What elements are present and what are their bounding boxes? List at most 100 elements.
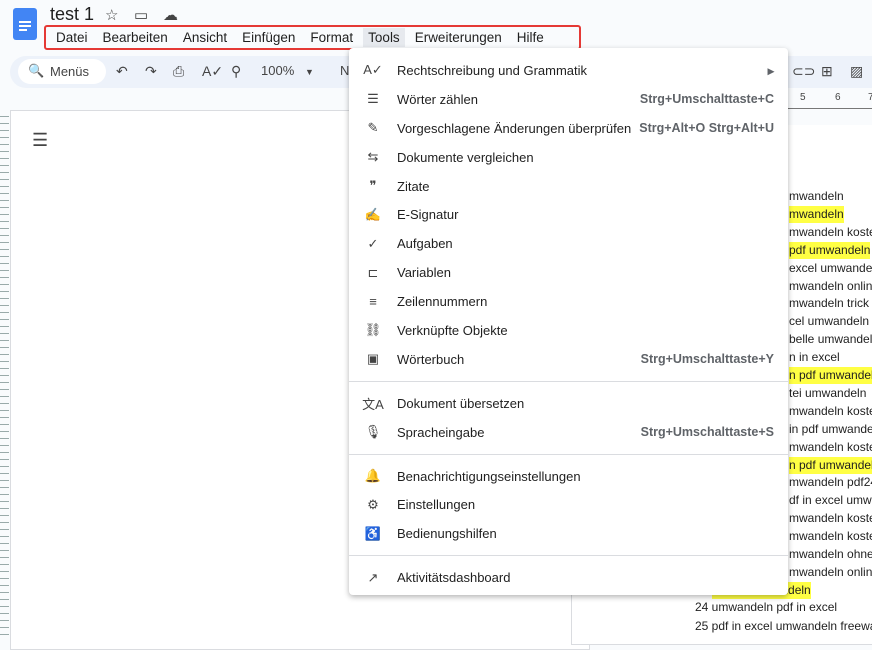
paint-format-icon[interactable]: ⚲ (231, 63, 241, 80)
undo-icon[interactable]: ↶ (116, 63, 128, 80)
outline-icon[interactable]: ☰ (32, 130, 48, 151)
document-line: df in excel umw (789, 493, 872, 508)
menubar: Datei Bearbeiten Ansicht Einfügen Format Tool… (44, 25, 581, 50)
menu-bearbeiten[interactable]: Bearbeiten (98, 28, 173, 47)
menu-format[interactable]: Format (305, 28, 358, 47)
style-select[interactable]: N (340, 63, 349, 78)
search-menus-input[interactable]: 🔍 Menüs (18, 59, 106, 84)
tools-dropdown-menu: A✓ Rechtschreibung und Grammatik ▸ ☰ Wörter … (349, 48, 788, 595)
menu-item[interactable]: ✎ Vorgeschlagene Änderungen überprüfen Str… (349, 114, 788, 143)
menu-item[interactable]: ↗ Aktivitätsdashboard (349, 563, 788, 592)
document-line: mwandeln kosten (789, 511, 872, 526)
menu-item[interactable]: ✓ Aufgaben (349, 229, 788, 258)
star-icon[interactable]: ☆ (105, 6, 118, 24)
menu-item-label: Vorgeschlagene Änderungen überprüfen (397, 120, 632, 136)
menu-item[interactable]: 🎙 Spracheingabe Strg+Umschalttaste+S (349, 418, 788, 447)
menu-separator (349, 453, 788, 455)
document-line: mwandeln online (789, 278, 872, 293)
menu-item-label: Spracheingabe (397, 424, 485, 440)
image-icon[interactable]: ▨ (850, 63, 863, 80)
docs-logo[interactable] (13, 8, 37, 40)
spellcheck-icon: A✓ (363, 62, 383, 78)
document-line: cel umwandeln (789, 314, 870, 329)
menu-item[interactable]: ✍ E-Signatur (349, 200, 788, 229)
spellcheck-icon[interactable]: A✓ (202, 63, 223, 80)
menu-item-label: Aufgaben (397, 236, 453, 252)
zoom-select[interactable]: 100% (261, 63, 294, 78)
document-title[interactable]: test 1 (50, 4, 94, 25)
document-line: n pdf umwandeln (789, 367, 872, 384)
document-line: excel umwandeln (789, 260, 872, 275)
document-line: mwandeln kosten (789, 224, 872, 239)
link-icon[interactable]: ⊂⊃ (792, 63, 815, 80)
menu-item-label: Dokumente vergleichen (397, 149, 534, 165)
menu-item-label: Bedienungshilfen (397, 526, 497, 542)
ruler-label: 7 (868, 92, 872, 103)
document-line: mwandeln kosten (789, 439, 872, 454)
vertical-ruler (0, 110, 9, 636)
menu-item-label: Verknüpfte Objekte (397, 322, 508, 338)
word-count-icon: ☰ (367, 91, 379, 107)
document-line: in pdf umwandeln (789, 421, 872, 436)
translate-icon: 文A (362, 396, 384, 412)
menu-item[interactable]: ☰ Wörter zählen Strg+Umschalttaste+C (349, 85, 788, 114)
menu-tools[interactable]: Tools (363, 28, 405, 47)
menu-item[interactable]: ⊏ Variablen (349, 258, 788, 287)
menu-erweiterungen[interactable]: Erweiterungen (410, 28, 507, 47)
trending-icon: ↗ (367, 569, 379, 585)
menu-item[interactable]: 🔔 Benachrichtigungseinstellungen (349, 462, 788, 491)
menu-item-label: Variablen (397, 265, 451, 281)
menu-item[interactable]: A✓ Rechtschreibung und Grammatik ▸ (349, 56, 788, 85)
ruler-label: 6 (835, 92, 841, 103)
menu-item[interactable]: ♿ Bedienungshilfen (349, 519, 788, 548)
horizontal-ruler: 5 6 7 (788, 92, 872, 112)
compare-icon: ⇆ (367, 149, 379, 165)
print-icon[interactable]: ⎙ (173, 63, 184, 80)
menu-item-shortcut: Strg+Alt+O Strg+Alt+U (639, 121, 774, 136)
document-line: pdf umwandeln (789, 241, 871, 259)
menu-item-shortcut: Strg+Umschalttaste+C (639, 92, 774, 107)
add-comment-icon[interactable]: ⊞ (821, 63, 833, 80)
search-icon: 🔍 (28, 63, 45, 78)
redo-icon[interactable]: ↷ (145, 63, 157, 80)
menu-item-label: Wörter zählen (397, 91, 478, 107)
move-to-folder-icon[interactable]: ▭ (134, 6, 148, 24)
signature-icon: ✍ (364, 206, 382, 222)
document-line: tei umwandeln (789, 385, 867, 400)
chevron-down-icon[interactable]: ▼ (305, 67, 314, 77)
menu-item[interactable]: ❞ Zitate (349, 172, 788, 201)
menu-item[interactable]: ⛓ Verknüpfte Objekte (349, 316, 788, 345)
menu-item-label: Einstellungen (397, 497, 476, 513)
document-line: mwandeln (789, 189, 844, 203)
cloud-saved-icon[interactable]: ☁ (163, 6, 178, 24)
menu-item[interactable]: ≡ Zeilennummern (349, 287, 788, 316)
menu-einfügen[interactable]: Einfügen (237, 28, 300, 47)
menu-datei[interactable]: Datei (51, 28, 93, 47)
menu-item[interactable]: ⇆ Dokumente vergleichen (349, 143, 788, 172)
document-line: n pdf umwandeln (789, 456, 872, 474)
document-line: 25 pdf in excel umwandeln freeware (695, 619, 872, 633)
menu-item-label: Wörterbuch (397, 351, 465, 367)
document-line: mwandeln pdf24 (789, 475, 872, 490)
menu-item-label: Zeilennummern (397, 294, 488, 310)
menu-item[interactable]: ⚙ Einstellungen (349, 490, 788, 519)
linked-objects-icon: ⛓ (364, 322, 382, 338)
menu-item-shortcut: Strg+Umschalttaste+S (640, 425, 774, 440)
accessibility-icon: ♿ (364, 525, 382, 541)
document-line: mwandeln trick (789, 296, 870, 311)
menu-item[interactable]: 文A Dokument übersetzen (349, 389, 788, 418)
menu-item[interactable]: ▣ Wörterbuch Strg+Umschalttaste+Y (349, 345, 788, 374)
menu-ansicht[interactable]: Ansicht (178, 28, 232, 47)
review-edits-icon: ✎ (367, 120, 379, 136)
dictionary-icon: ▣ (366, 351, 380, 367)
menu-item-label: E-Signatur (397, 207, 459, 223)
document-line: mwandeln kosten (789, 403, 872, 418)
ruler-label: 5 (800, 92, 806, 103)
tasks-icon: ✓ (367, 235, 379, 251)
document-line: n in excel (789, 350, 840, 365)
menu-hilfe[interactable]: Hilfe (512, 28, 549, 47)
menu-item-shortcut: Strg+Umschalttaste+Y (640, 352, 774, 367)
document-line: 24 umwandeln pdf in excel (695, 600, 838, 614)
line-numbers-icon: ≡ (369, 294, 377, 310)
menu-separator (349, 555, 788, 557)
